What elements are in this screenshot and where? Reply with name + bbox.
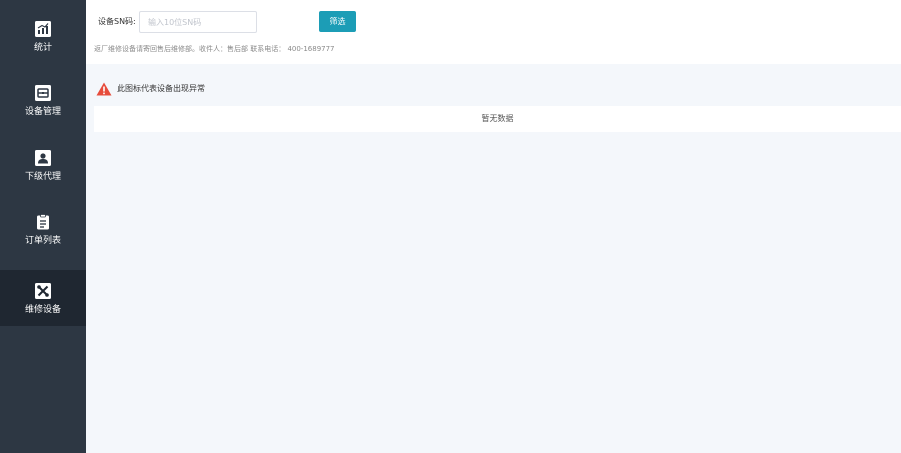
device-box-icon [35, 85, 51, 101]
sn-input[interactable] [139, 11, 257, 33]
sidebar-item-label: 下级代理 [24, 172, 61, 182]
filter-bar: 设备SN码: 筛选 返厂维修设备请寄回售后维修部。收件人：售后部 联系电话： 4… [86, 0, 901, 64]
legend-text: 此图标代表设备出现异常 [117, 84, 205, 93]
main-content: 此图标代表设备出现异常 暂无数据 [86, 64, 901, 453]
sidebar-item-repair-devices[interactable]: 维修设备 [0, 270, 86, 326]
filter-button[interactable]: 筛选 [319, 11, 356, 32]
return-notice: 返厂维修设备请寄回售后维修部。收件人：售后部 联系电话： 400-1689777 [94, 45, 335, 53]
sidebar: 统计 设备管理 下级代理 订单列表 维修设备 [0, 0, 86, 453]
sidebar-item-sub-agents[interactable]: 下级代理 [0, 137, 86, 193]
sidebar-item-statistics[interactable]: 统计 [0, 8, 86, 64]
exception-legend: 此图标代表设备出现异常 [96, 81, 205, 97]
clipboard-icon [37, 214, 49, 230]
tools-icon [35, 283, 51, 299]
empty-table-message: 暂无数据 [94, 106, 901, 132]
agent-user-icon [35, 150, 51, 166]
sidebar-item-order-list[interactable]: 订单列表 [0, 201, 86, 257]
sidebar-item-device-management[interactable]: 设备管理 [0, 72, 86, 128]
sidebar-item-label: 统计 [33, 43, 52, 53]
warning-icon [96, 82, 112, 96]
sidebar-item-label: 设备管理 [24, 107, 61, 117]
bar-chart-icon [35, 21, 51, 37]
sidebar-item-label: 维修设备 [24, 305, 61, 315]
sidebar-item-label: 订单列表 [24, 236, 61, 246]
sn-label: 设备SN码: [98, 17, 136, 26]
